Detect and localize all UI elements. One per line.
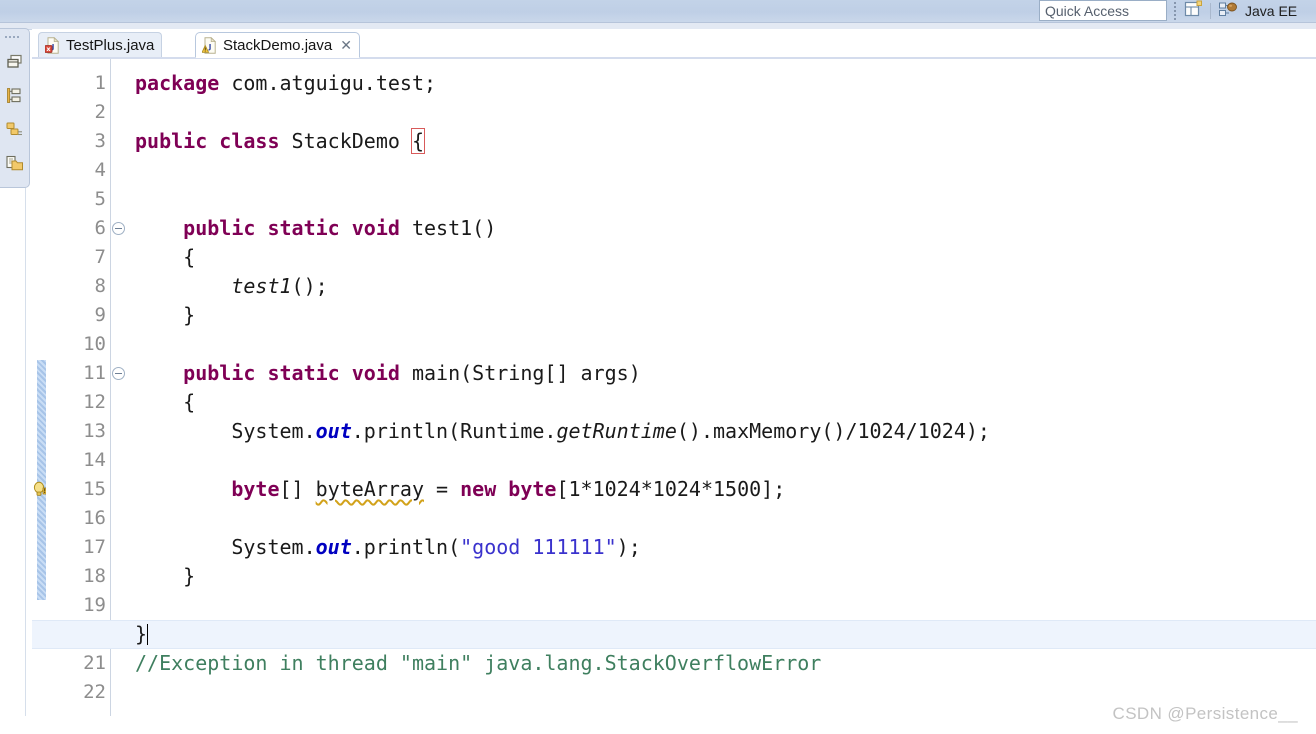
code-token: System.	[135, 419, 316, 443]
code-line[interactable]: }	[135, 620, 149, 649]
code-content[interactable]: package com.atguigu.test; public class St…	[92, 59, 1316, 734]
code-token: getRuntime	[556, 419, 677, 443]
toolbar-drag-handle[interactable]	[1172, 1, 1178, 21]
code-token: .println(	[351, 535, 461, 559]
editor-tab-label: TestPlus.java	[66, 37, 155, 54]
code-editor[interactable]: ! 12345678910111213141516171819202122 pa…	[32, 59, 1316, 734]
code-token: ().maxMemory()/1024/1024);	[676, 419, 990, 443]
code-token: }	[135, 622, 148, 646]
code-line[interactable]: public class StackDemo {	[135, 127, 426, 156]
editor-tab-stackdemo[interactable]: J ! StackDemo.java ✕	[195, 32, 360, 58]
editor-tab-label: StackDemo.java	[223, 36, 333, 54]
code-token: );	[616, 535, 641, 559]
project-explorer-icon[interactable]	[4, 153, 26, 175]
code-token: [1*1024*1024*1500];	[556, 477, 786, 501]
code-token: test1()	[411, 216, 497, 240]
code-line[interactable]: System.out.println("good 111111");	[135, 533, 641, 562]
code-token: =	[424, 477, 461, 501]
code-token: //Exception in thread "main" java.lang.S…	[135, 651, 822, 675]
code-token: System.	[135, 535, 316, 559]
code-token: public static void	[183, 216, 412, 240]
code-token: byte	[231, 477, 280, 501]
java-file-warning-icon: J !	[201, 36, 217, 54]
code-token: ();	[291, 274, 328, 298]
code-token: byteArray	[315, 477, 424, 501]
code-line[interactable]: test1();	[135, 272, 328, 301]
code-line[interactable]: System.out.println(Runtime.getRuntime().…	[135, 417, 990, 446]
quick-access-text: Quick Access	[1045, 2, 1130, 19]
perspective-bar: Java EE	[1183, 0, 1297, 22]
java-file-error-icon: J x	[44, 36, 60, 54]
code-token: {	[135, 390, 196, 414]
code-token: }	[135, 303, 196, 327]
svg-text:J: J	[208, 43, 212, 51]
code-line[interactable]: package com.atguigu.test;	[135, 69, 436, 98]
code-line[interactable]: }	[135, 562, 195, 591]
code-token: .println(Runtime.	[351, 419, 557, 443]
code-token: test1	[231, 274, 292, 298]
close-icon[interactable]: ✕	[340, 38, 352, 52]
code-token: out	[315, 535, 352, 559]
java-ee-perspective-icon[interactable]	[1218, 0, 1238, 23]
code-token: []	[279, 477, 316, 501]
code-line[interactable]: //Exception in thread "main" java.lang.S…	[135, 649, 821, 678]
outline-view-icon[interactable]	[4, 85, 26, 107]
code-token: {	[135, 245, 196, 269]
code-token: }	[135, 564, 196, 588]
fast-view-bar	[0, 28, 30, 188]
code-line[interactable]: byte[] byteArray = new byte[1*1024*1024*…	[135, 475, 785, 504]
code-line[interactable]: public static void main(String[] args)	[135, 359, 641, 388]
restore-view-icon[interactable]	[4, 51, 26, 73]
code-token: out	[315, 419, 352, 443]
code-token: public static void	[183, 361, 412, 385]
code-token: main(String[] args)	[411, 361, 641, 385]
perspective-label[interactable]: Java EE	[1245, 3, 1297, 19]
code-token: StackDemo	[291, 129, 412, 153]
code-line[interactable]: {	[135, 243, 195, 272]
quick-access-input[interactable]: Quick Access	[1039, 0, 1167, 21]
editor-tab-strip: J x TestPlus.java J ! StackDemo.java ✕	[32, 29, 1316, 58]
code-line[interactable]: }	[135, 301, 195, 330]
code-line[interactable]: public static void test1()	[135, 214, 496, 243]
open-perspective-icon[interactable]	[1183, 0, 1203, 23]
svg-text:!: !	[204, 47, 207, 53]
code-token: new byte	[460, 477, 557, 501]
watermark: CSDN @Persistence__	[1112, 704, 1298, 723]
code-line[interactable]: {	[135, 388, 195, 417]
code-token: public class	[135, 129, 292, 153]
code-token: {	[410, 128, 426, 154]
package-explorer-icon[interactable]	[4, 119, 26, 141]
toolbar-divider	[1210, 3, 1211, 19]
code-token: com.atguigu.test;	[231, 71, 437, 95]
fast-view-drag-handle[interactable]	[5, 33, 25, 40]
editor-tab-testplus[interactable]: J x TestPlus.java	[38, 32, 163, 58]
code-token: package	[135, 71, 232, 95]
text-caret	[147, 624, 149, 645]
code-token: "good 111111"	[460, 535, 617, 559]
